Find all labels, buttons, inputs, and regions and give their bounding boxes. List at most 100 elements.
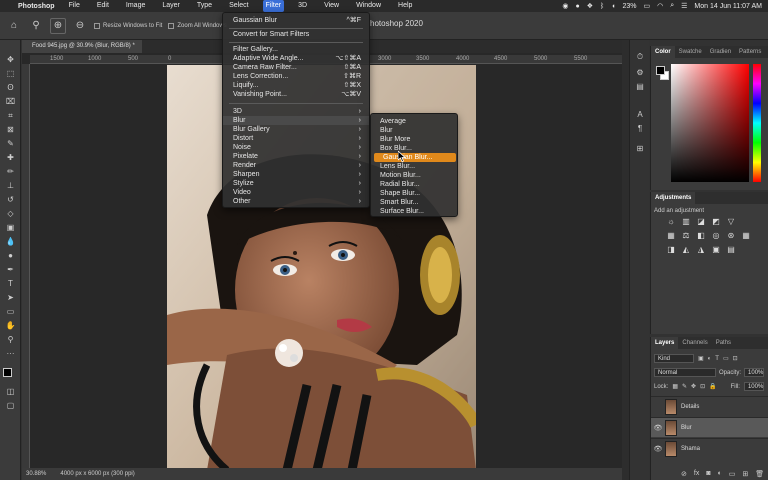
- zoom-tool-icon[interactable]: ⚲: [3, 334, 18, 345]
- app-name[interactable]: Photoshop: [18, 3, 55, 10]
- new-group-icon[interactable]: ▭: [729, 470, 736, 478]
- type-tool-icon[interactable]: T: [3, 278, 18, 289]
- move-tool-icon[interactable]: ✥: [3, 54, 18, 65]
- menu-edit[interactable]: Edit: [94, 0, 112, 12]
- tab-gradients[interactable]: Gradien: [706, 46, 735, 58]
- properties-icon[interactable]: ⚙: [634, 68, 646, 78]
- paragraph-icon[interactable]: ¶: [634, 124, 646, 134]
- zoom-out-icon[interactable]: ⊖: [72, 18, 88, 34]
- menu-item-liquify[interactable]: Liquify... ⇧⌘X: [223, 81, 369, 90]
- menu-item-other[interactable]: Other ›: [223, 197, 369, 206]
- menu-item-lens-correction[interactable]: Lens Correction... ⇧⌘R: [223, 72, 369, 81]
- menu-image[interactable]: Image: [123, 0, 148, 12]
- zoom-level[interactable]: 30.88%: [26, 471, 46, 477]
- photo-filter-icon[interactable]: ◎: [711, 230, 721, 240]
- tab-color[interactable]: Color: [651, 46, 675, 58]
- kind-filter-select[interactable]: Kind: [654, 354, 694, 363]
- menu-item-sharpen[interactable]: Sharpen ›: [223, 170, 369, 179]
- menu-select[interactable]: Select: [226, 0, 251, 12]
- new-layer-icon[interactable]: ⊞: [742, 470, 748, 478]
- rectangle-tool-icon[interactable]: ▭: [3, 306, 18, 317]
- curves-icon[interactable]: ◪: [696, 216, 706, 226]
- submenu-item-gaussian-blur[interactable]: Gaussian Blur...: [374, 153, 456, 162]
- tab-adjustments[interactable]: Adjustments: [651, 192, 696, 204]
- record-icon[interactable]: ●: [576, 3, 580, 10]
- battery-icon[interactable]: ▭: [643, 2, 650, 10]
- blend-mode-select[interactable]: Normal: [654, 368, 716, 377]
- pen-tool-icon[interactable]: ✒: [3, 264, 18, 275]
- hue-slider[interactable]: [753, 64, 761, 182]
- add-mask-icon[interactable]: ◙: [706, 470, 710, 478]
- submenu-item-lens-blur[interactable]: Lens Blur...: [371, 162, 457, 171]
- submenu-item-blur[interactable]: Blur: [371, 126, 457, 135]
- blur-tool-icon[interactable]: 💧: [3, 236, 18, 247]
- channel-mixer-icon[interactable]: ⊛: [726, 230, 736, 240]
- menu-item-convert-smart[interactable]: Convert for Smart Filters: [223, 30, 369, 39]
- exposure-icon[interactable]: ◩: [711, 216, 721, 226]
- new-fill-layer-icon[interactable]: ◐: [718, 470, 722, 478]
- lock-paint-icon[interactable]: ✎: [682, 383, 687, 390]
- submenu-item-average[interactable]: Average: [371, 117, 457, 126]
- document-tab[interactable]: Food 945.jpg @ 30.9% (Blur, RGB/8) *: [22, 40, 142, 53]
- frame-tool-icon[interactable]: ⊠: [3, 124, 18, 135]
- history-icon[interactable]: ⏱: [634, 52, 646, 62]
- menu-item-noise[interactable]: Noise ›: [223, 143, 369, 152]
- eyedropper-tool-icon[interactable]: ✎: [3, 138, 18, 149]
- marquee-tool-icon[interactable]: ⬚: [3, 68, 18, 79]
- menu-item-3d[interactable]: 3D ›: [223, 107, 369, 116]
- tab-paths[interactable]: Paths: [712, 337, 735, 349]
- zoom-tool-icon[interactable]: ⚲: [28, 18, 44, 34]
- creative-cloud-icon[interactable]: ◉: [562, 2, 568, 10]
- submenu-item-radial-blur[interactable]: Radial Blur...: [371, 180, 457, 189]
- menu-item-vanishing-point[interactable]: Vanishing Point... ⌥⌘V: [223, 90, 369, 99]
- control-center-icon[interactable]: ☰: [681, 2, 687, 10]
- screen-mode-icon[interactable]: ▢: [3, 400, 18, 411]
- quick-mask-icon[interactable]: ◫: [3, 386, 18, 397]
- home-icon[interactable]: ⌂: [6, 18, 22, 34]
- layer-row-blur[interactable]: 👁 Blur: [651, 417, 768, 437]
- history-brush-icon[interactable]: ↺: [3, 194, 18, 205]
- filter-pixel-icon[interactable]: ▣: [698, 355, 704, 362]
- foreground-color-swatch[interactable]: [3, 368, 12, 377]
- menu-item-filter-gallery[interactable]: Filter Gallery...: [223, 45, 369, 54]
- foreground-swatch[interactable]: [656, 66, 665, 75]
- brush-tool-icon[interactable]: ✏: [3, 166, 18, 177]
- menu-3d[interactable]: 3D: [295, 0, 310, 12]
- menu-filter[interactable]: Filter: [262, 0, 285, 12]
- color-balance-icon[interactable]: ⚖: [681, 230, 691, 240]
- posterize-icon[interactable]: ◭: [681, 244, 691, 254]
- resize-windows-checkbox[interactable]: Resize Windows to Fit: [94, 22, 162, 29]
- hue-saturation-icon[interactable]: ▦: [666, 230, 676, 240]
- tab-patterns[interactable]: Patterns: [735, 46, 765, 58]
- levels-icon[interactable]: ▥: [681, 216, 691, 226]
- menu-item-video[interactable]: Video ›: [223, 188, 369, 197]
- menu-view[interactable]: View: [321, 0, 342, 12]
- menu-help[interactable]: Help: [395, 0, 415, 12]
- lock-artboard-icon[interactable]: ⊡: [700, 383, 705, 390]
- zoom-all-windows-checkbox[interactable]: Zoom All Windows: [168, 22, 227, 29]
- menu-item-last-filter[interactable]: Gaussian Blur ^⌘F: [223, 16, 369, 25]
- submenu-item-shape-blur[interactable]: Shape Blur...: [371, 189, 457, 198]
- submenu-item-surface-blur[interactable]: Surface Blur...: [371, 207, 457, 216]
- menu-item-distort[interactable]: Distort ›: [223, 134, 369, 143]
- clone-stamp-icon[interactable]: ⊥: [3, 180, 18, 191]
- layer-name[interactable]: Details: [681, 404, 699, 410]
- color-field[interactable]: [671, 64, 749, 182]
- selective-color-icon[interactable]: ▣: [711, 244, 721, 254]
- threshold-icon[interactable]: ◮: [696, 244, 706, 254]
- gradient-map-icon[interactable]: ▤: [726, 244, 736, 254]
- color-lookup-icon[interactable]: ▦: [741, 230, 751, 240]
- menu-window[interactable]: Window: [353, 0, 384, 12]
- dropbox-icon[interactable]: ❖: [587, 2, 593, 10]
- path-select-icon[interactable]: ➤: [3, 292, 18, 303]
- filter-type-icon[interactable]: T: [715, 356, 719, 362]
- menu-file[interactable]: File: [66, 0, 83, 12]
- tab-swatches[interactable]: Swatche: [675, 46, 706, 58]
- submenu-item-motion-blur[interactable]: Motion Blur...: [371, 171, 457, 180]
- menu-item-stylize[interactable]: Stylize ›: [223, 179, 369, 188]
- lock-all-icon[interactable]: 🔒: [709, 383, 716, 390]
- document-info[interactable]: 4000 px x 6000 px (300 ppi): [60, 471, 134, 477]
- menu-item-render[interactable]: Render ›: [223, 161, 369, 170]
- vibrance-icon[interactable]: ▽: [726, 216, 736, 226]
- submenu-item-blur-more[interactable]: Blur More: [371, 135, 457, 144]
